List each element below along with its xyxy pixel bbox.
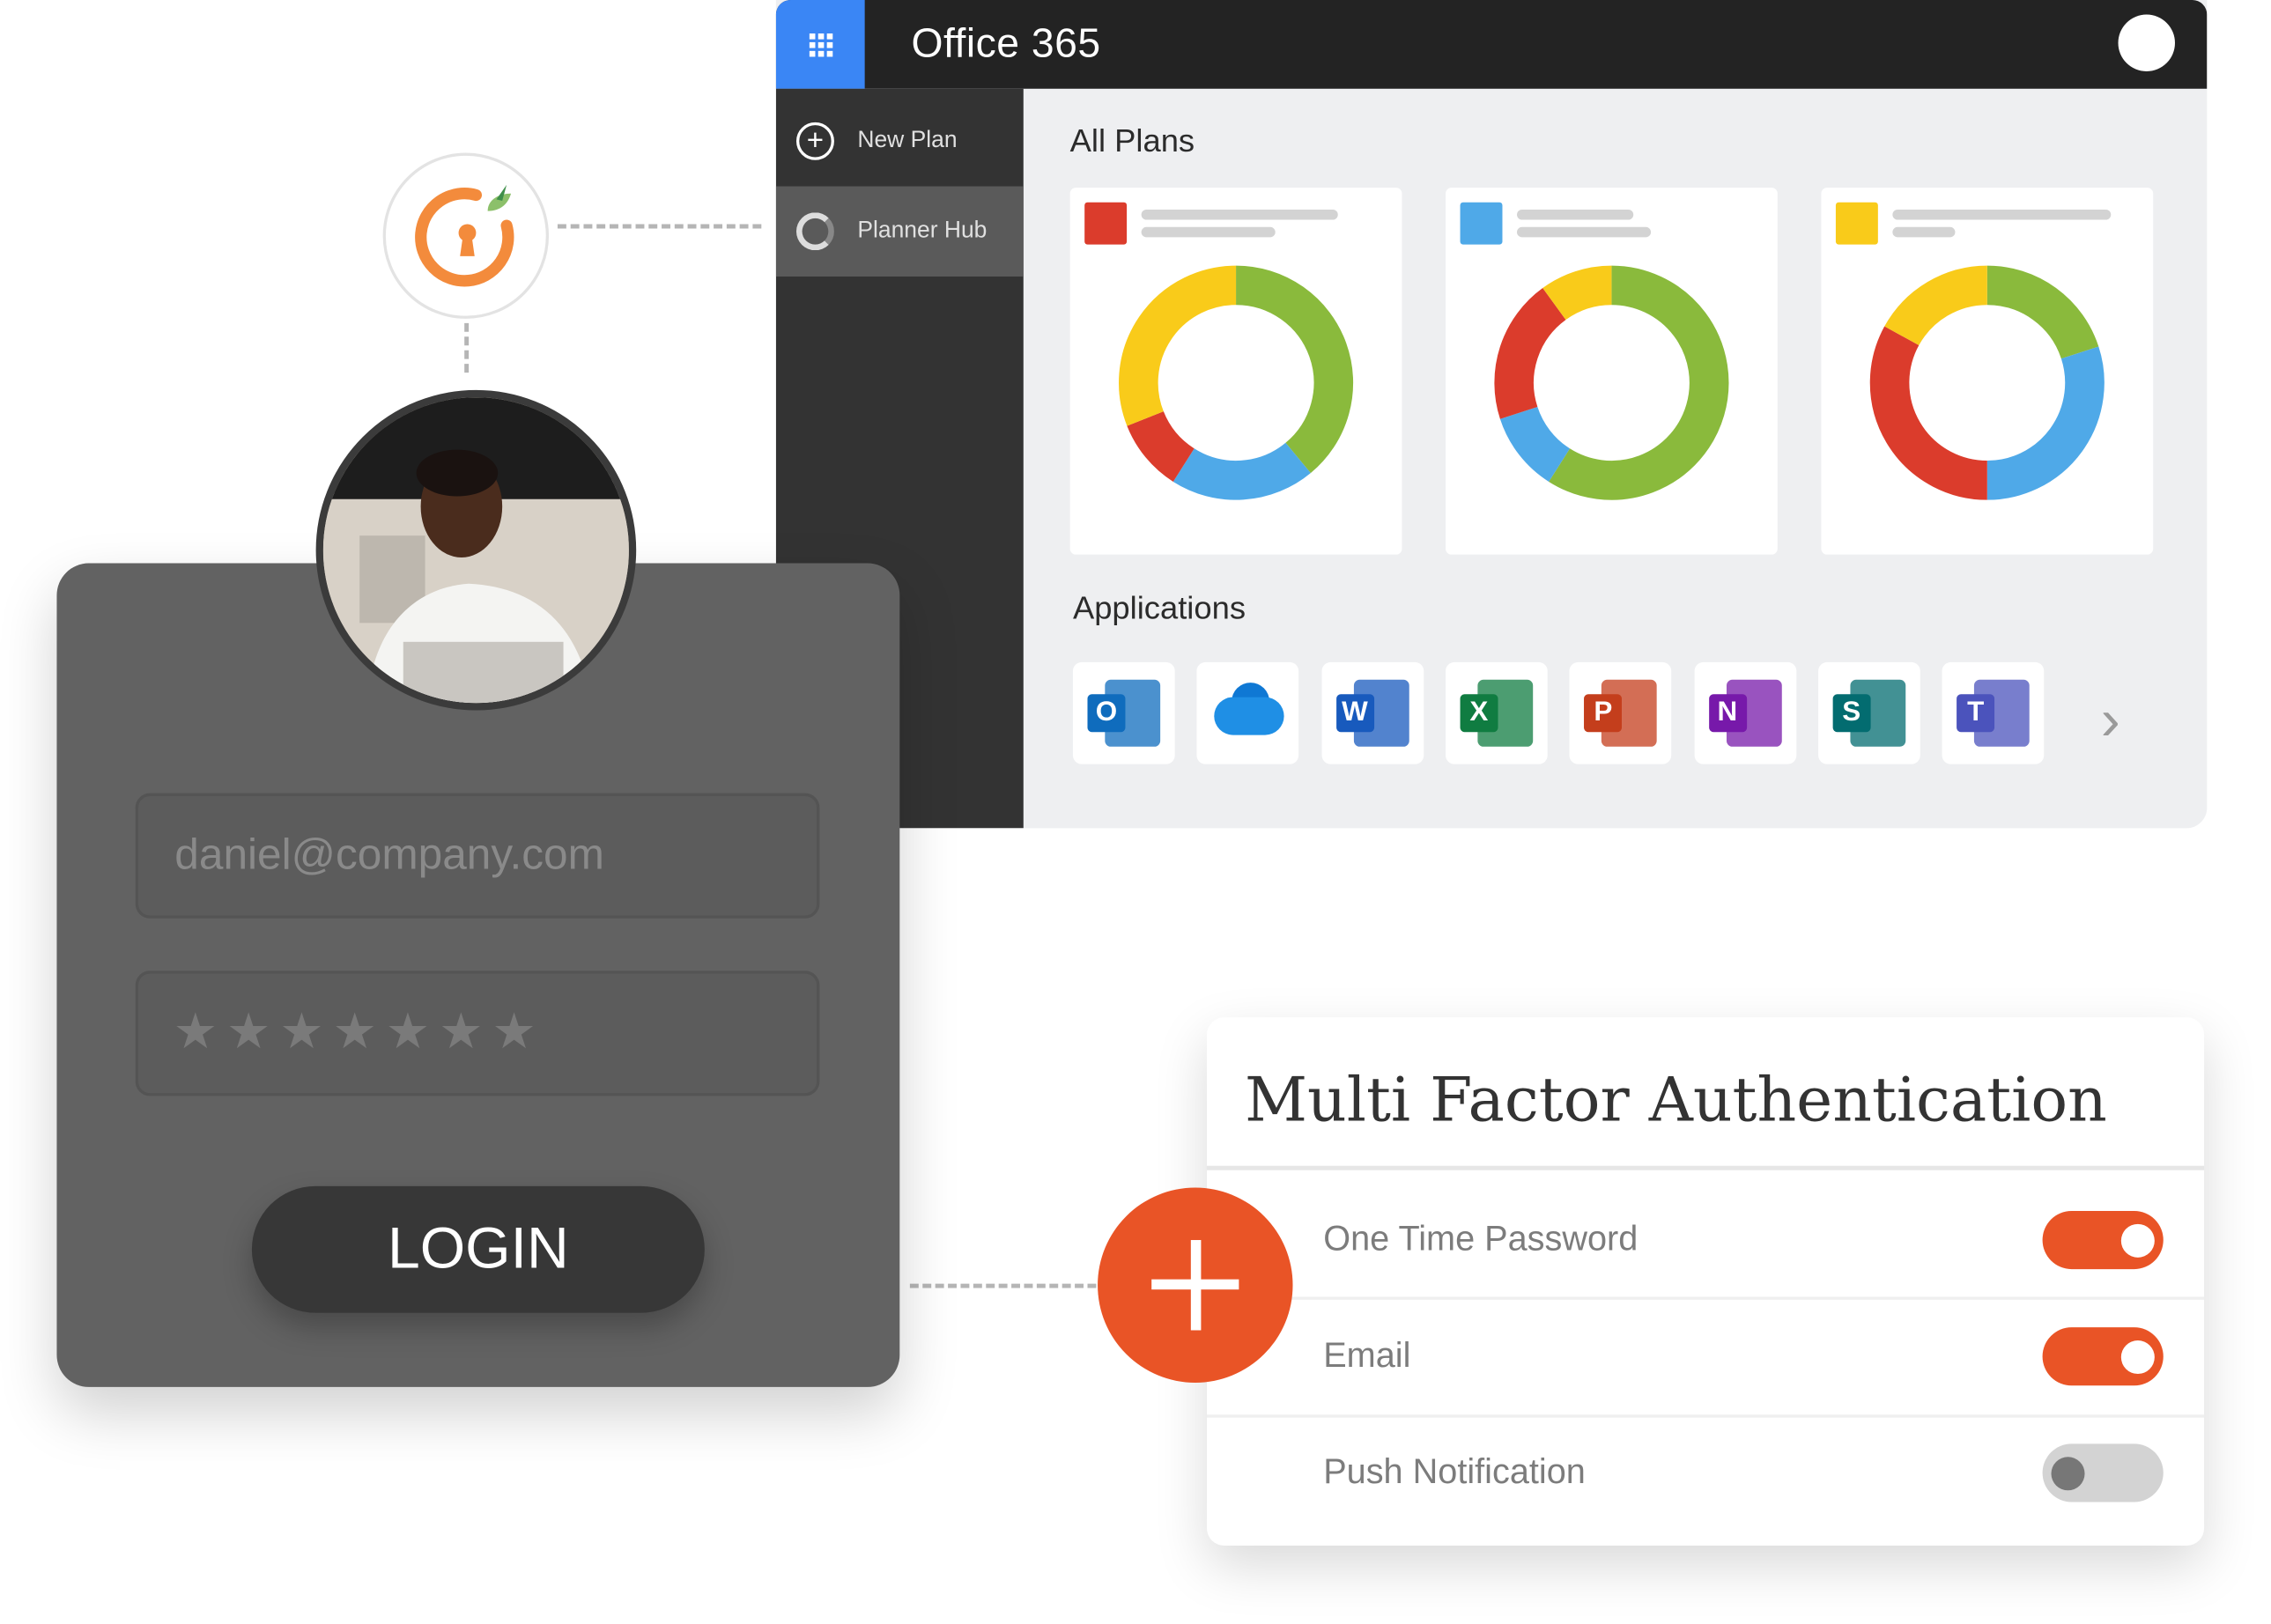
office-header: Office 365: [775, 0, 2208, 89]
sidebar-item-planner-hub[interactable]: Planner Hub: [775, 186, 1024, 277]
plan-subtitle-placeholder: [1517, 226, 1652, 238]
mfa-panel: Multi Factor Authentication One Time Pas…: [1207, 1017, 2205, 1546]
app-tile-outlook[interactable]: O: [1072, 661, 1175, 764]
powerpoint-icon: P: [1581, 676, 1660, 749]
donut-segment-green: [1235, 265, 1354, 474]
divider: [1207, 1414, 2205, 1418]
plan-donut-chart: [1119, 265, 1354, 500]
connector-logo-user: [464, 322, 470, 373]
plan-donut-chart: [1494, 265, 1729, 500]
applications-heading: Applications: [1072, 589, 1246, 626]
donut-segment-yellow: [1119, 265, 1237, 426]
app-letter: X: [1460, 694, 1498, 733]
progress-ring-icon: [795, 212, 834, 251]
app-tile-powerpoint[interactable]: P: [1569, 661, 1672, 764]
plan-subtitle-placeholder: [1141, 226, 1276, 238]
donut-segment-blue: [1172, 442, 1311, 500]
profile-avatar-icon[interactable]: [2118, 14, 2175, 71]
toggle-knob: [2051, 1457, 2085, 1491]
waffle-grid-icon[interactable]: [775, 0, 865, 89]
option-label-email: Email: [1323, 1336, 1411, 1376]
teams-icon: T: [1954, 676, 2032, 749]
donut-segment-red: [1869, 326, 1988, 500]
app-letter: P: [1584, 694, 1623, 733]
plan-title-placeholder: [1892, 209, 2112, 220]
email-field[interactable]: daniel@company.com: [135, 793, 820, 919]
sidebar-item-label: Planner Hub: [857, 218, 988, 243]
chevron-right-icon[interactable]: ›: [2101, 691, 2120, 749]
plan-color-swatch: [1460, 202, 1503, 245]
toggle-knob: [2120, 1223, 2155, 1258]
app-title: Office 365: [911, 20, 1101, 66]
plan-card[interactable]: [1446, 188, 1778, 555]
toggle-email[interactable]: [2042, 1327, 2164, 1386]
donut-segment-blue: [1499, 406, 1571, 482]
password-field[interactable]: ★★★★★★★: [135, 971, 820, 1096]
word-icon: W: [1333, 676, 1411, 749]
stage: Office 365 + New Plan Planner Hub All Pl…: [0, 0, 2271, 1624]
plan-card[interactable]: [1821, 188, 2154, 555]
option-label-push: Push Notification: [1323, 1452, 1586, 1492]
app-tile-word[interactable]: W: [1320, 661, 1424, 764]
donut-segment-yellow: [1542, 265, 1613, 321]
onenote-icon: N: [1705, 676, 1784, 749]
sharepoint-icon: S: [1830, 676, 1908, 749]
office-365-window: Office 365 + New Plan Planner Hub All Pl…: [775, 0, 2208, 829]
connector-login-mfa: [909, 1283, 1097, 1288]
email-value: daniel@company.com: [174, 830, 604, 880]
plan-color-swatch: [1835, 202, 1878, 245]
donut-segment-green: [1986, 265, 2099, 360]
donut-segment-red: [1127, 410, 1195, 482]
plan-color-swatch: [1084, 202, 1128, 245]
outlook-icon: O: [1084, 676, 1163, 749]
app-tile-excel[interactable]: X: [1445, 661, 1548, 764]
app-letter: N: [1708, 694, 1747, 733]
option-label-otp: One Time Password: [1323, 1219, 1639, 1259]
donut-segment-red: [1494, 288, 1567, 419]
sidebar-item-new-plan[interactable]: + New Plan: [776, 96, 1024, 186]
password-masked: ★★★★★★★: [173, 1004, 545, 1060]
app-tile-onedrive[interactable]: [1196, 661, 1299, 764]
donut-segment-yellow: [1884, 265, 1988, 346]
app-tile-sharepoint[interactable]: S: [1817, 661, 1920, 764]
mfa-title: Multi Factor Authentication: [1244, 1064, 2107, 1136]
plan-donut-chart: [1869, 265, 2105, 500]
plan-subtitle-placeholder: [1892, 226, 1956, 238]
keyhole-logo-icon: [382, 152, 550, 319]
connector-logo-office: [557, 224, 762, 229]
donut-segment-green: [1549, 265, 1729, 500]
excel-icon: X: [1457, 676, 1535, 749]
app-tile-teams[interactable]: T: [1942, 661, 2045, 764]
app-letter: W: [1335, 694, 1374, 733]
app-letter: O: [1087, 694, 1126, 733]
all-plans-heading: All Plans: [1069, 122, 1195, 159]
sidebar-item-label: New Plan: [857, 128, 958, 153]
app-letter: T: [1957, 694, 1995, 733]
toggle-knob: [2120, 1340, 2155, 1375]
plus-circle-icon: +: [795, 122, 834, 160]
app-letter: S: [1832, 694, 1871, 733]
login-button[interactable]: LOGIN: [251, 1185, 705, 1313]
onedrive-icon: [1209, 676, 1287, 749]
toggle-push[interactable]: [2042, 1443, 2164, 1502]
app-tile-onenote[interactable]: N: [1693, 661, 1796, 764]
avatar: [315, 389, 637, 711]
divider: [1207, 1296, 2205, 1300]
plan-title-placeholder: [1517, 209, 1634, 220]
toggle-otp[interactable]: [2042, 1210, 2164, 1270]
plus-icon[interactable]: [1098, 1187, 1293, 1383]
donut-segment-blue: [1986, 346, 2105, 500]
plan-card[interactable]: [1069, 188, 1402, 555]
divider: [1207, 1165, 2205, 1170]
plan-title-placeholder: [1141, 209, 1338, 220]
